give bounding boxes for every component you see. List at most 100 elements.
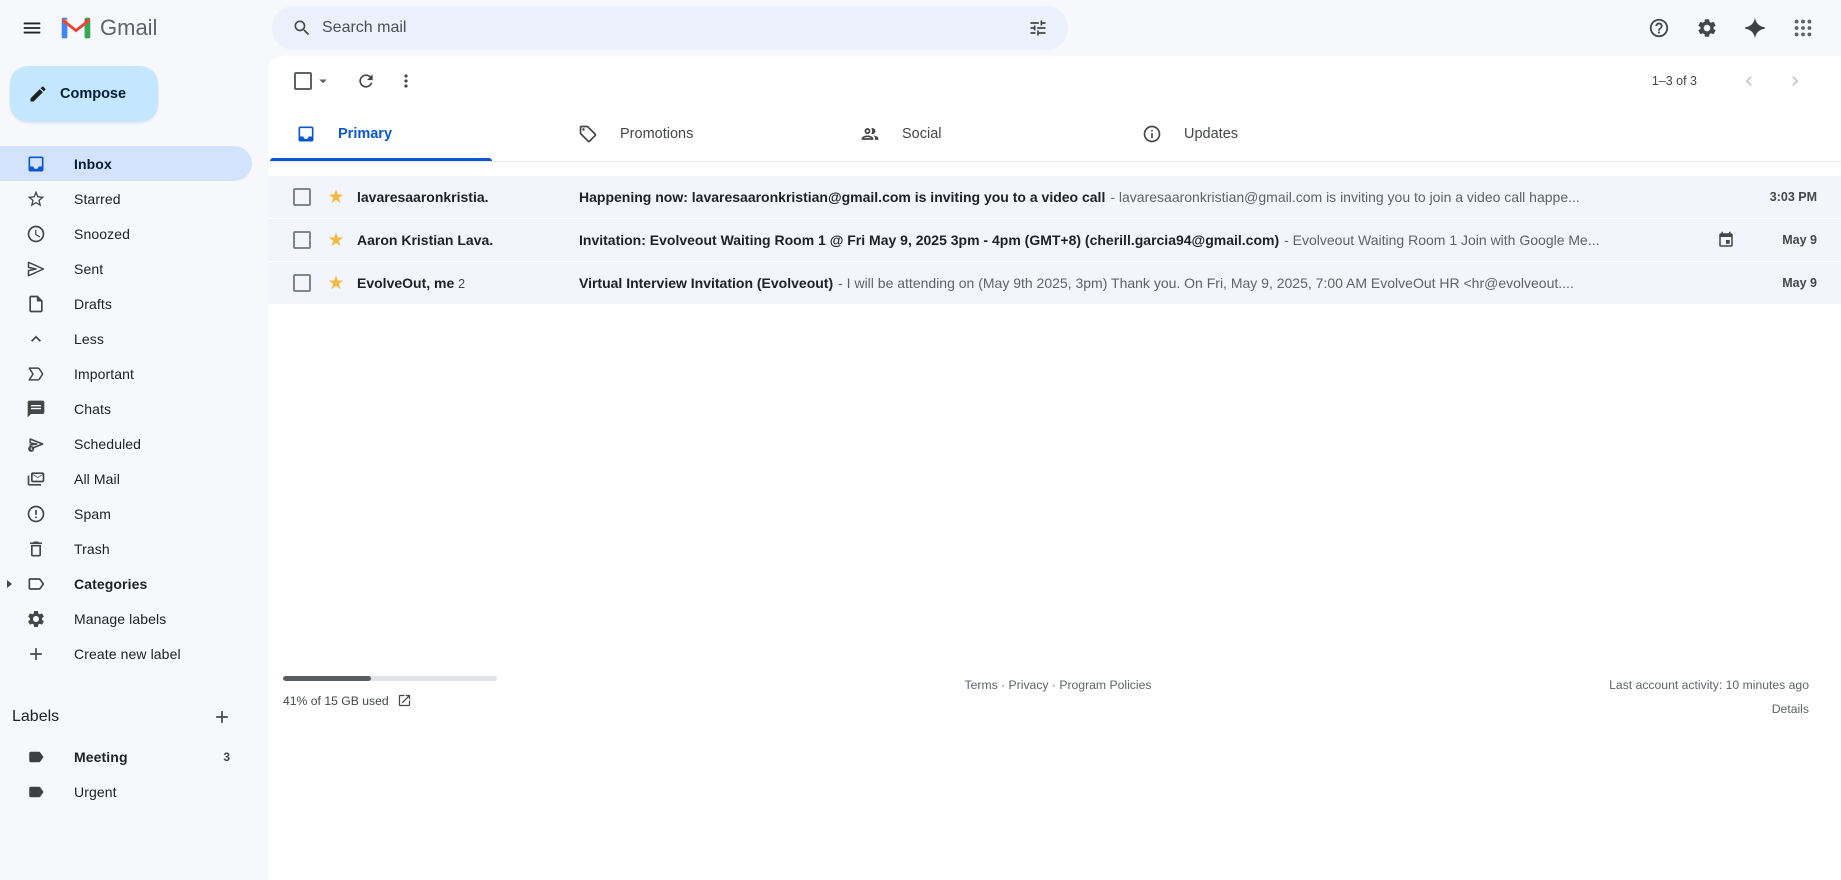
email-checkbox[interactable] — [293, 231, 311, 249]
sidebar-item-create-new-label[interactable]: Create new label — [0, 636, 252, 671]
email-snippet: - I will be attending on (May 9th 2025, … — [838, 275, 1574, 291]
gear-icon — [1698, 19, 1716, 37]
sidebar-item-label: Important — [74, 365, 135, 382]
sidebar-item-label: Manage labels — [74, 610, 167, 627]
newer-page-button[interactable] — [1729, 61, 1769, 101]
chevron-down-icon[interactable] — [314, 72, 332, 90]
refresh-button[interactable] — [346, 61, 386, 101]
email-row[interactable]: ★ Aaron Kristian Lava. Invitation: Evolv… — [268, 219, 1841, 262]
email-row[interactable]: ★ EvolveOut, me 2 Virtual Interview Invi… — [268, 262, 1841, 305]
storage-usage-text: 41% of 15 GB used — [283, 693, 389, 708]
storage-used-bar — [283, 676, 371, 681]
tab-primary[interactable]: Primary — [268, 106, 550, 161]
email-row[interactable]: ★ lavaresaaronkristia. Happening now: la… — [268, 176, 1841, 219]
search-input[interactable] — [322, 19, 1018, 37]
email-checkbox[interactable] — [293, 274, 311, 292]
thread-count: 2 — [458, 277, 466, 291]
tune-icon — [1030, 20, 1046, 36]
sidebar-item-categories[interactable]: Categories — [0, 566, 252, 601]
gmail-app: Gmail Search mail Compose Inbox Starred … — [0, 0, 1841, 880]
chevron-left-icon — [1745, 76, 1752, 86]
select-all-checkbox[interactable] — [294, 72, 312, 90]
sidebar-item-trash[interactable]: Trash — [0, 531, 252, 566]
sidebar-item-label: Trash — [74, 540, 110, 557]
gemini-button[interactable] — [1731, 4, 1779, 52]
sparkle-icon — [1745, 17, 1765, 39]
help-button[interactable] — [1635, 4, 1683, 52]
sidebar-item-chats[interactable]: Chats — [0, 391, 252, 426]
storage-section: 41% of 15 GB used — [283, 676, 497, 708]
sidebar-item-snoozed[interactable]: Snoozed — [0, 216, 252, 251]
policy-links[interactable]: Terms · Privacy · Program Policies — [965, 678, 1152, 692]
sidebar-item-sent[interactable]: Sent — [0, 251, 252, 286]
people-icon — [860, 124, 880, 144]
sidebar-item-manage-labels[interactable]: Manage labels — [0, 601, 252, 636]
sidebar-item-important[interactable]: Important — [0, 356, 252, 391]
sidebar-item-inbox[interactable]: Inbox — [0, 146, 252, 181]
sidebar-item-all-mail[interactable]: All Mail — [0, 461, 252, 496]
gmail-m-icon — [61, 17, 91, 39]
sidebar-item-label: Inbox — [74, 155, 112, 172]
details-link[interactable]: Details — [1609, 702, 1809, 716]
star-icon[interactable]: ★ — [325, 231, 347, 250]
sidebar-item-scheduled[interactable]: Scheduled — [0, 426, 252, 461]
tab-promotions[interactable]: Promotions — [550, 106, 832, 161]
compose-label: Compose — [60, 86, 127, 102]
sidebar-item-label: Categories — [74, 575, 148, 592]
stacked-mail-icon — [26, 469, 46, 489]
compose-button[interactable]: Compose — [10, 66, 158, 122]
sidebar-item-label: Snoozed — [74, 225, 130, 242]
email-checkbox[interactable] — [293, 188, 311, 206]
search-bar[interactable] — [272, 6, 1068, 50]
sidebar-item-label: Starred — [74, 190, 121, 207]
sidebar-nav: Inbox Starred Snoozed Sent Drafts Less I… — [0, 146, 268, 671]
important-marker-icon — [26, 364, 46, 384]
email-subject: Virtual Interview Invitation (Evolveout) — [579, 275, 834, 291]
inbox-icon — [26, 154, 46, 174]
sidebar: Compose Inbox Starred Snoozed Sent Draft… — [0, 56, 268, 880]
category-tabs: Primary Promotions Social Updates — [268, 106, 1841, 162]
sidebar-item-spam[interactable]: Spam — [0, 496, 252, 531]
gmail-logo[interactable]: Gmail — [60, 15, 240, 41]
label-name: Meeting — [74, 748, 128, 765]
tab-label: Social — [902, 125, 942, 142]
star-icon[interactable]: ★ — [325, 188, 347, 207]
create-label-button[interactable] — [206, 701, 238, 733]
footer-links[interactable]: Terms · Privacy · Program Policies — [808, 678, 1308, 692]
sidebar-item-label: Less — [74, 330, 104, 347]
tab-updates[interactable]: Updates — [1114, 106, 1396, 161]
search-options-button[interactable] — [1018, 8, 1058, 48]
star-icon[interactable]: ★ — [325, 274, 347, 293]
more-options-button[interactable] — [386, 61, 426, 101]
mail-list: ★ lavaresaaronkristia. Happening now: la… — [268, 176, 1841, 305]
send-icon — [26, 259, 46, 279]
refresh-icon — [359, 74, 373, 88]
sidebar-item-starred[interactable]: Starred — [0, 181, 252, 216]
sidebar-item-drafts[interactable]: Drafts — [0, 286, 252, 321]
pencil-icon — [30, 86, 46, 102]
chevron-up-icon — [26, 329, 46, 349]
email-date: May 9 — [1782, 233, 1817, 247]
labels-title: Labels — [12, 708, 60, 725]
search-button[interactable] — [282, 8, 322, 48]
search-icon — [294, 20, 310, 36]
email-subject-line: Happening now: lavaresaaronkristian@gmai… — [579, 189, 1739, 205]
sidebar-label-meeting[interactable]: Meeting 3 — [0, 739, 252, 774]
tab-social[interactable]: Social — [832, 106, 1114, 161]
open-in-new-icon[interactable] — [397, 693, 412, 708]
select-all-control[interactable] — [294, 72, 332, 90]
label-icon — [26, 747, 46, 767]
settings-button[interactable] — [1683, 4, 1731, 52]
main-menu-button[interactable] — [8, 4, 56, 52]
email-subject: Happening now: lavaresaaronkristian@gmai… — [579, 189, 1106, 205]
calendar-event-icon[interactable] — [1717, 231, 1735, 249]
older-page-button[interactable] — [1775, 61, 1815, 101]
expand-arrow-icon[interactable] — [7, 579, 12, 588]
sidebar-label-urgent[interactable]: Urgent — [0, 774, 252, 809]
sidebar-item-less[interactable]: Less — [0, 321, 252, 356]
plus-icon — [216, 711, 228, 723]
email-snippet: - lavaresaaronkristian@gmail.com is invi… — [1110, 189, 1580, 205]
apps-grid-button[interactable] — [1779, 4, 1827, 52]
email-snippet: - Evolveout Waiting Room 1 Join with Goo… — [1284, 232, 1600, 248]
chat-icon — [26, 399, 46, 419]
